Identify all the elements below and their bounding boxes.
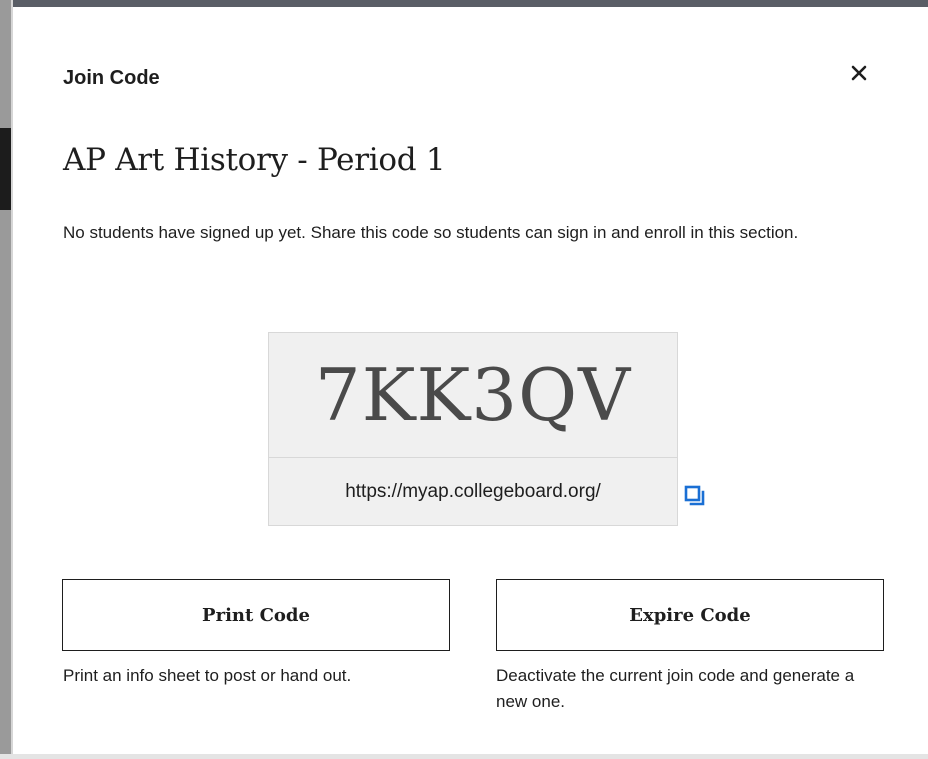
close-button[interactable]: [845, 59, 873, 87]
dialog-header-title: Join Code: [63, 67, 160, 89]
dialog-description: No students have signed up yet. Share th…: [63, 223, 799, 242]
window-frame-bottom: [0, 754, 928, 759]
copy-icon: [684, 485, 705, 506]
print-code-helper-text: Print an info sheet to post or hand out.: [63, 666, 352, 685]
print-code-button[interactable]: Print Code: [62, 579, 450, 651]
window-frame-top: [0, 0, 928, 7]
section-title: AP Art History - Period 1: [63, 142, 446, 178]
expire-code-helper-text: Deactivate the current join code and gen…: [496, 666, 855, 711]
join-code-box: 7KK3QV https://myap.collegeboard.org/: [268, 332, 678, 526]
close-icon: [851, 65, 867, 81]
window-frame-left-accent: [0, 128, 11, 210]
window-frame-left: [0, 0, 11, 759]
join-url: https://myap.collegeboard.org/: [345, 481, 601, 502]
join-code-value: 7KK3QV: [314, 353, 632, 437]
copy-url-button[interactable]: [683, 484, 707, 508]
join-code-dialog: Join Code AP Art History - Period 1 No s…: [13, 7, 928, 754]
expire-code-button[interactable]: Expire Code: [496, 579, 884, 651]
